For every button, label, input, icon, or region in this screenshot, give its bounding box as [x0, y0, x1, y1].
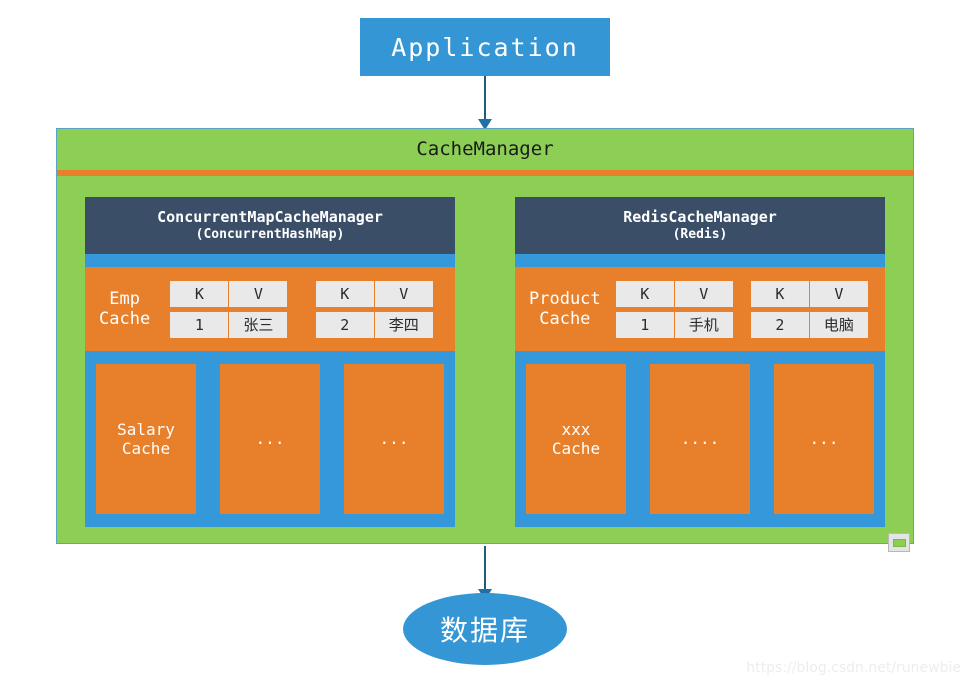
kv-header-value: V: [374, 280, 433, 307]
cache-entry-row-product: Product Cache K V 1 手机 K V 2 电脑: [515, 267, 885, 351]
watermark: https://blog.csdn.net/runewbie: [746, 660, 961, 676]
kv-header-row: K V: [170, 280, 288, 307]
kv-tables: K V 1 张三 K V 2 李四: [156, 280, 447, 338]
kv-data-key: 2: [315, 311, 374, 338]
cache-manager-title-label: CacheManager: [416, 138, 554, 160]
kv-table: K V 1 张三: [170, 280, 288, 338]
kv-data-key: 1: [615, 311, 674, 338]
database-label: 数据库: [439, 614, 530, 647]
manager-panel-redis: RedisCacheManager (Redis) Product Cache K…: [515, 197, 885, 527]
cache-manager-divider: [57, 170, 913, 176]
kv-header-key: K: [750, 280, 809, 307]
kv-header-value: V: [809, 280, 868, 307]
kv-header-key: K: [615, 280, 674, 307]
manager-panel-concurrentmap: ConcurrentMapCacheManager (ConcurrentHas…: [85, 197, 455, 527]
separator-band: [85, 351, 455, 364]
arrow-down-icon: [478, 76, 492, 130]
managers-row: ConcurrentMapCacheManager (ConcurrentHas…: [57, 197, 913, 527]
kv-table: K V 2 电脑: [750, 280, 868, 338]
cache-entry-row-emp: Emp Cache K V 1 张三 K V 2 李四: [85, 267, 455, 351]
kv-data-value: 李四: [374, 311, 433, 338]
cache-label-emp: Emp Cache: [99, 288, 151, 329]
cache-box-salary: Salary Cache: [96, 364, 196, 514]
kv-header-row: K V: [615, 280, 733, 307]
kv-data-row: 1 手机: [615, 311, 733, 338]
separator-band: [515, 351, 885, 364]
separator-band: [515, 514, 885, 527]
manager-header: ConcurrentMapCacheManager (ConcurrentHas…: [85, 197, 455, 254]
separator-band: [85, 514, 455, 527]
cache-box-placeholder-2: ...: [774, 364, 874, 514]
manager-header-line1: ConcurrentMapCacheManager: [157, 208, 383, 226]
kv-data-key: 1: [170, 311, 229, 338]
kv-header-key: K: [170, 280, 229, 307]
kv-data-value: 张三: [229, 311, 288, 338]
manager-header: RedisCacheManager (Redis): [515, 197, 885, 254]
kv-header-value: V: [229, 280, 288, 307]
cache-box-placeholder-2: ...: [344, 364, 444, 514]
kv-tables: K V 1 手机 K V 2 电脑: [607, 280, 877, 338]
kv-table: K V 1 手机: [615, 280, 733, 338]
resize-handle-inner: [892, 538, 906, 547]
manager-header-line2: (Redis): [672, 227, 728, 242]
cache-manager-panel: CacheManager ConcurrentMapCacheManager (…: [56, 128, 914, 544]
kv-data-value: 电脑: [809, 311, 868, 338]
cache-box-placeholder-1: ...: [220, 364, 320, 514]
kv-data-row: 2 李四: [315, 311, 433, 338]
connector-cachemanager-to-database: [466, 546, 504, 600]
kv-header-row: K V: [750, 280, 868, 307]
cache-boxes-row: Salary Cache ... ...: [85, 364, 455, 514]
cache-label-product: Product Cache: [529, 288, 601, 329]
kv-data-value: 手机: [674, 311, 733, 338]
arrow-down-icon: [478, 546, 492, 600]
cache-box-placeholder-1: ....: [650, 364, 750, 514]
manager-header-line2: (ConcurrentHashMap): [195, 227, 345, 242]
cache-boxes-row: xxx Cache .... ...: [515, 364, 885, 514]
kv-data-key: 2: [750, 311, 809, 338]
kv-header-key: K: [315, 280, 374, 307]
separator-band: [85, 254, 455, 267]
kv-data-row: 2 电脑: [750, 311, 868, 338]
connector-application-to-cachemanager: [466, 76, 504, 130]
kv-header-value: V: [674, 280, 733, 307]
kv-header-row: K V: [315, 280, 433, 307]
database-node: 数据库: [403, 593, 567, 665]
resize-handle-icon[interactable]: [888, 533, 910, 552]
manager-header-line1: RedisCacheManager: [623, 208, 777, 226]
cache-box-xxx: xxx Cache: [526, 364, 626, 514]
application-label: Application: [391, 32, 579, 62]
separator-band: [515, 254, 885, 267]
kv-table: K V 2 李四: [315, 280, 433, 338]
kv-data-row: 1 张三: [170, 311, 288, 338]
cache-manager-title: CacheManager: [57, 129, 913, 169]
application-box: Application: [360, 18, 610, 76]
